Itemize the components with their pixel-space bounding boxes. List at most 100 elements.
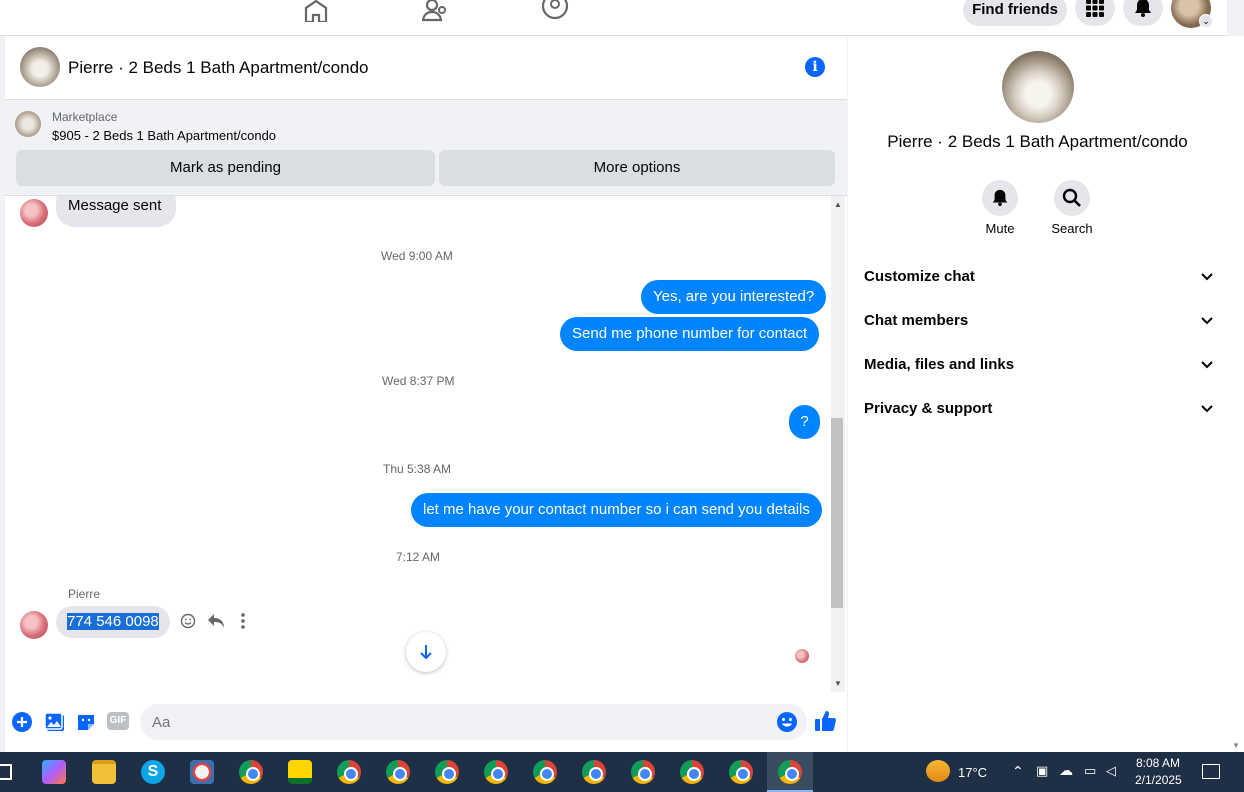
find-friends-button[interactable]: Find friends xyxy=(963,0,1067,26)
mute-action[interactable]: Mute xyxy=(970,180,1030,236)
plus-icon[interactable] xyxy=(12,712,32,732)
sender-avatar[interactable] xyxy=(20,199,48,227)
notifications-button[interactable] xyxy=(1123,0,1163,26)
skype-icon[interactable]: S xyxy=(141,760,165,784)
network-icon[interactable]: ▭ xyxy=(1084,763,1096,779)
temperature[interactable]: 17°C xyxy=(958,765,987,780)
thumbs-up-icon[interactable] xyxy=(814,710,836,732)
scroll-thumb[interactable] xyxy=(831,418,843,608)
conversation-avatar[interactable] xyxy=(20,47,60,87)
sender-name: Pierre xyxy=(68,587,101,601)
mark-as-pending-button[interactable]: Mark as pending xyxy=(16,150,435,186)
sticker-icon[interactable] xyxy=(76,712,96,732)
marketplace-label: Marketplace xyxy=(52,110,118,124)
timestamp: Thu 5:38 AM xyxy=(383,462,452,476)
more-actions-icon[interactable] xyxy=(240,613,246,629)
reply-icon[interactable] xyxy=(207,613,225,629)
windows-taskbar: S 17°C ⌃ ▣ ☁ ▭ ◁ 8:08 AM 2/1/2025 xyxy=(0,752,1244,792)
clock-time[interactable]: 8:08 AM xyxy=(1136,756,1180,770)
chrome-profile-icon[interactable] xyxy=(582,760,606,784)
notification-center-icon[interactable] xyxy=(1202,764,1220,779)
cloud-icon[interactable]: ☁ xyxy=(1059,762,1073,779)
paint-icon[interactable] xyxy=(190,760,214,784)
marketplace-bar: Marketplace $905 - 2 Beds 1 Bath Apartme… xyxy=(5,100,847,196)
bell-icon xyxy=(992,189,1008,207)
chevron-down-icon xyxy=(1201,317,1213,325)
row-label: Chat members xyxy=(864,312,969,329)
chat-panel: Pierre · 2 Beds 1 Bath Apartment/condo i… xyxy=(5,36,847,752)
file-explorer-icon[interactable] xyxy=(92,760,116,784)
listing-title[interactable]: $905 - 2 Beds 1 Bath Apartment/condo xyxy=(52,128,276,143)
search-label: Search xyxy=(1051,221,1093,236)
chrome-active-icon[interactable] xyxy=(778,760,802,784)
info-icon[interactable]: i xyxy=(805,57,825,77)
row-label: Customize chat xyxy=(864,268,975,285)
chat-members-row[interactable]: Chat members xyxy=(864,305,1214,337)
chrome-profile-icon[interactable] xyxy=(729,760,753,784)
clock-date[interactable]: 2/1/2025 xyxy=(1135,773,1182,787)
search-icon xyxy=(1062,188,1081,207)
chrome-profile-icon[interactable] xyxy=(386,760,410,784)
weather-icon[interactable] xyxy=(926,760,950,782)
chrome-profile-icon[interactable] xyxy=(533,760,557,784)
composer: GIF xyxy=(5,702,847,752)
chevron-down-icon xyxy=(1201,273,1213,281)
row-label: Privacy & support xyxy=(864,400,993,417)
conversation-info-panel: Pierre · 2 Beds 1 Bath Apartment/condo M… xyxy=(848,36,1227,752)
listing-thumbnail[interactable] xyxy=(15,111,41,137)
message-bubble-out[interactable]: let me have your contact number so i can… xyxy=(411,493,822,527)
groups-icon[interactable] xyxy=(541,0,569,22)
message-input[interactable] xyxy=(140,704,740,740)
message-bubble-in[interactable]: 774 546 0098 xyxy=(56,606,170,638)
scroll-down-arrow[interactable]: ▼ xyxy=(1232,741,1240,750)
chrome-profile-icon[interactable] xyxy=(337,760,361,784)
chevron-up-icon[interactable]: ⌃ xyxy=(1012,763,1024,780)
volume-icon[interactable]: ◁ xyxy=(1106,763,1116,779)
task-view-icon[interactable] xyxy=(0,764,12,780)
scroll-up-arrow[interactable]: ▲ xyxy=(834,200,842,209)
sticky-notes-icon[interactable] xyxy=(288,760,312,784)
chrome-profile-icon[interactable] xyxy=(631,760,655,784)
page-scrollbar[interactable]: ▼ xyxy=(1227,36,1244,752)
message-bubble-out[interactable]: Yes, are you interested? xyxy=(641,280,827,314)
privacy-support-row[interactable]: Privacy & support xyxy=(864,393,1214,425)
seen-avatar xyxy=(795,649,809,663)
message-text: Message sent xyxy=(68,197,162,214)
emoji-icon[interactable] xyxy=(776,711,798,733)
timestamp: 7:12 AM xyxy=(396,550,441,564)
chrome-profile-icon[interactable] xyxy=(435,760,459,784)
photo-icon[interactable] xyxy=(44,712,66,732)
chrome-profile-icon[interactable] xyxy=(484,760,508,784)
scroll-to-bottom-button[interactable] xyxy=(406,632,446,672)
media-files-links-row[interactable]: Media, files and links xyxy=(864,349,1214,381)
meet-icon[interactable]: ▣ xyxy=(1036,763,1048,779)
react-emoji-icon[interactable] xyxy=(180,613,196,629)
grid-menu-icon xyxy=(1086,0,1104,17)
message-scrollbar[interactable]: ▲ ▼ xyxy=(831,196,845,692)
message-bubble-out[interactable]: ? xyxy=(789,405,820,439)
profile-avatar[interactable]: ⌄ xyxy=(1171,0,1213,28)
timestamp: Wed 8:37 PM xyxy=(382,374,455,388)
row-label: Media, files and links xyxy=(864,356,1015,373)
message-bubble-out[interactable]: Send me phone number for contact xyxy=(560,317,820,351)
chat-header: Pierre · 2 Beds 1 Bath Apartment/condo i xyxy=(5,36,847,100)
more-options-button[interactable]: More options xyxy=(439,150,835,186)
arrow-down-icon xyxy=(420,645,432,660)
friends-icon[interactable] xyxy=(422,0,450,22)
info-avatar[interactable] xyxy=(1002,51,1074,123)
menu-button[interactable] xyxy=(1075,0,1115,26)
search-action[interactable]: Search xyxy=(1042,180,1102,236)
sender-avatar[interactable] xyxy=(20,611,48,639)
customize-chat-row[interactable]: Customize chat xyxy=(864,261,1214,293)
message-bubble-in[interactable]: Message sent xyxy=(56,196,176,227)
gif-icon[interactable]: GIF xyxy=(107,712,129,730)
home-icon[interactable] xyxy=(302,0,330,22)
chrome-profile-icon[interactable] xyxy=(680,760,704,784)
conversation-title[interactable]: Pierre · 2 Beds 1 Bath Apartment/condo xyxy=(68,58,369,78)
copilot-icon[interactable] xyxy=(42,760,66,784)
scroll-down-arrow[interactable]: ▼ xyxy=(834,679,842,688)
selected-phone-text[interactable]: 774 546 0098 xyxy=(67,613,159,630)
chrome-icon[interactable] xyxy=(239,760,263,784)
chevron-down-icon: ⌄ xyxy=(1199,14,1213,28)
message-list: Message sent Wed 9:00 AM Yes, are you in… xyxy=(5,196,831,692)
